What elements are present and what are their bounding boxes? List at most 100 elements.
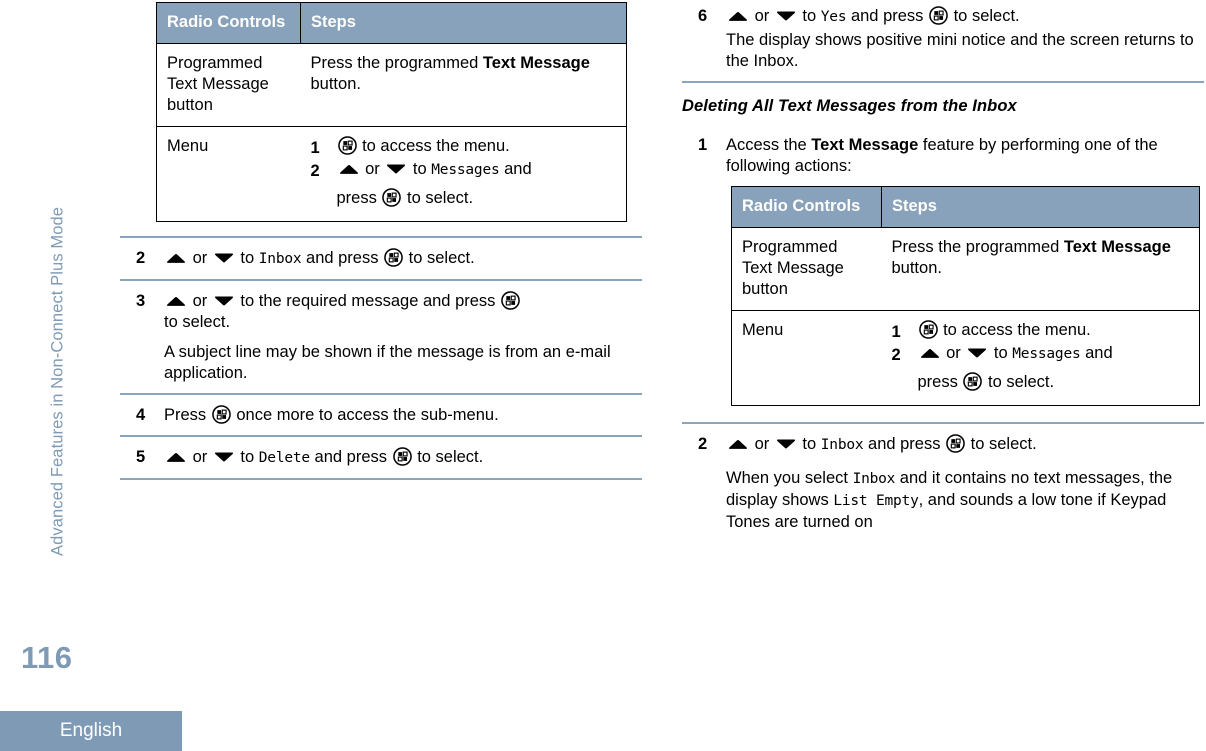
header-text-steps: Steps [311,13,356,31]
step-5: 5 or to Delete and press to select. [118,437,644,478]
step-and-press-label: and press [846,7,929,25]
step-body: Access the Text Message feature by perfo… [726,135,1206,177]
step-press-label: Press [164,406,211,424]
step-number: 5 [136,448,146,466]
arrow-down-icon [385,161,407,176]
step-body: or to Delete and press to select. [164,447,644,469]
step-or-label: or [750,435,774,453]
table-header-steps: Steps [300,2,627,44]
substep-number: 1 [891,323,901,341]
step-line: or to Inbox and press to select. [726,434,1206,456]
radio-display-text: Inbox [852,471,896,487]
substep-press-label: press [336,189,382,207]
substep-select-label: to select. [402,189,474,207]
left-column: Radio Controls Steps Programmed Text Mes… [118,0,644,751]
substep-to: to [408,160,432,178]
arrow-down-icon [213,250,235,265]
substep-to: to [989,344,1013,362]
header-text-radio-controls: Radio Controls [167,13,286,31]
cell-control-menu: Menu [156,126,301,222]
step-body: Press once more to access the sub-menu. [164,405,644,426]
step-or-label: or [188,292,212,310]
arrow-up-icon [727,8,749,23]
menu-button-icon [946,434,965,453]
arrow-up-icon [919,345,941,360]
substep-text: to access the menu. [357,137,510,155]
radio-controls-table-wrapper: Radio Controls Steps Programmed Text Mes… [118,0,644,222]
menu-button-icon [382,188,402,207]
menu-substep-list: 1 to access the menu. 2 or to Messages a… [311,136,617,209]
step-body: or to Yes and press to select. The displ… [726,6,1206,72]
substep-number: 2 [310,162,320,180]
cell-control-programmed-button: Programmed Text Message button [731,227,882,311]
cell-steps-programmed-button: Press the programmed Text Message button… [881,227,1200,311]
table-header-row: Radio Controls Steps [156,2,627,44]
menu-button-icon [918,320,938,339]
steps-text-bold: Text Message [482,54,590,72]
menu-button-icon [501,291,520,310]
menu-button-icon [929,6,948,25]
cell-steps-menu: 1 to access the menu. 2 or to Messages a… [881,310,1200,406]
menu-button-icon [337,136,357,155]
step-and-press-label: and press [863,435,946,453]
step-number: 3 [136,292,146,310]
step-tail-label: to select. [966,435,1037,453]
radio-display-text: Messages [1012,346,1081,362]
substep-line2: press to select. [337,188,617,209]
arrow-down-icon [775,8,797,23]
arrow-down-icon [775,436,797,451]
substep-number: 2 [891,346,901,364]
radio-display-text: Inbox [820,437,864,453]
arrow-up-icon [338,161,360,176]
table-header-radio-controls: Radio Controls [156,2,301,44]
arrow-down-icon [213,449,235,464]
step-1: 1 Access the Text Message feature by per… [680,126,1206,181]
substep-select-label: to select. [983,373,1055,391]
step-to-label: to the required message and press [235,292,500,310]
table-row: Menu 1 to access the menu. 2 or to Messa… [156,126,627,222]
step-to-label: to [235,249,259,267]
list-item: 2 or to Messages and press to select. [311,159,617,209]
table-header-row: Radio Controls Steps [731,186,1200,228]
list-item: 2 or to Messages and press to select. [892,343,1190,393]
step-text-pre: Access the [726,136,812,154]
table-row: Programmed Text Message button Press the… [156,43,627,127]
substep-tail: and [1080,344,1113,362]
menu-button-icon [384,248,403,267]
step-body: or to Inbox and press to select. [164,248,644,270]
arrow-up-icon [727,436,749,451]
step-number: 4 [136,406,146,424]
steps-text-pre: Press the programmed [310,54,483,72]
menu-button-icon [211,405,231,424]
step-2: 2 or to Inbox and press to select. When … [680,424,1206,542]
step-or-label: or [750,7,774,25]
step-note: A subject line may be shown if the messa… [164,343,611,382]
right-column: 6 or to Yes and press to select. The dis… [680,0,1206,751]
step-note: When you select Inbox and it contains no… [726,468,1206,533]
note-text-pre: When you select [726,469,853,487]
menu-substep-list: 1 to access the menu. 2 or to Messages a… [892,320,1190,393]
substep-press-label: press [917,373,963,391]
header-text-steps: Steps [892,197,937,215]
table-header-radio-controls: Radio Controls [731,186,882,228]
step-note: The display shows positive mini notice a… [726,31,1194,70]
section-heading: Deleting All Text Messages from the Inbo… [682,97,1017,115]
arrow-up-icon [165,293,187,308]
steps-text-post: button. [310,75,361,93]
step-2: 2 or to Inbox and press to select. [118,238,644,279]
radio-controls-table: Radio Controls Steps Programmed Text Mes… [731,186,1200,406]
chapter-rail: Advanced Features in Non-Connect Plus Mo… [0,0,182,751]
divider [120,478,642,480]
page-number: 116 [21,640,73,675]
substep-text: to access the menu. [938,321,1091,339]
arrow-down-icon [213,293,235,308]
list-item: 1 to access the menu. [311,136,617,157]
step-body: or to the required message and press to … [164,291,644,384]
arrow-up-icon [165,449,187,464]
table-header-steps: Steps [881,186,1200,228]
step-tail-label: to select. [412,448,484,466]
step-and-press-label: and press [301,249,384,267]
arrow-up-icon [165,250,187,265]
chapter-title: Advanced Features in Non-Connect Plus Mo… [48,206,67,557]
cell-steps-programmed-button: Press the programmed Text Message button… [300,43,627,127]
